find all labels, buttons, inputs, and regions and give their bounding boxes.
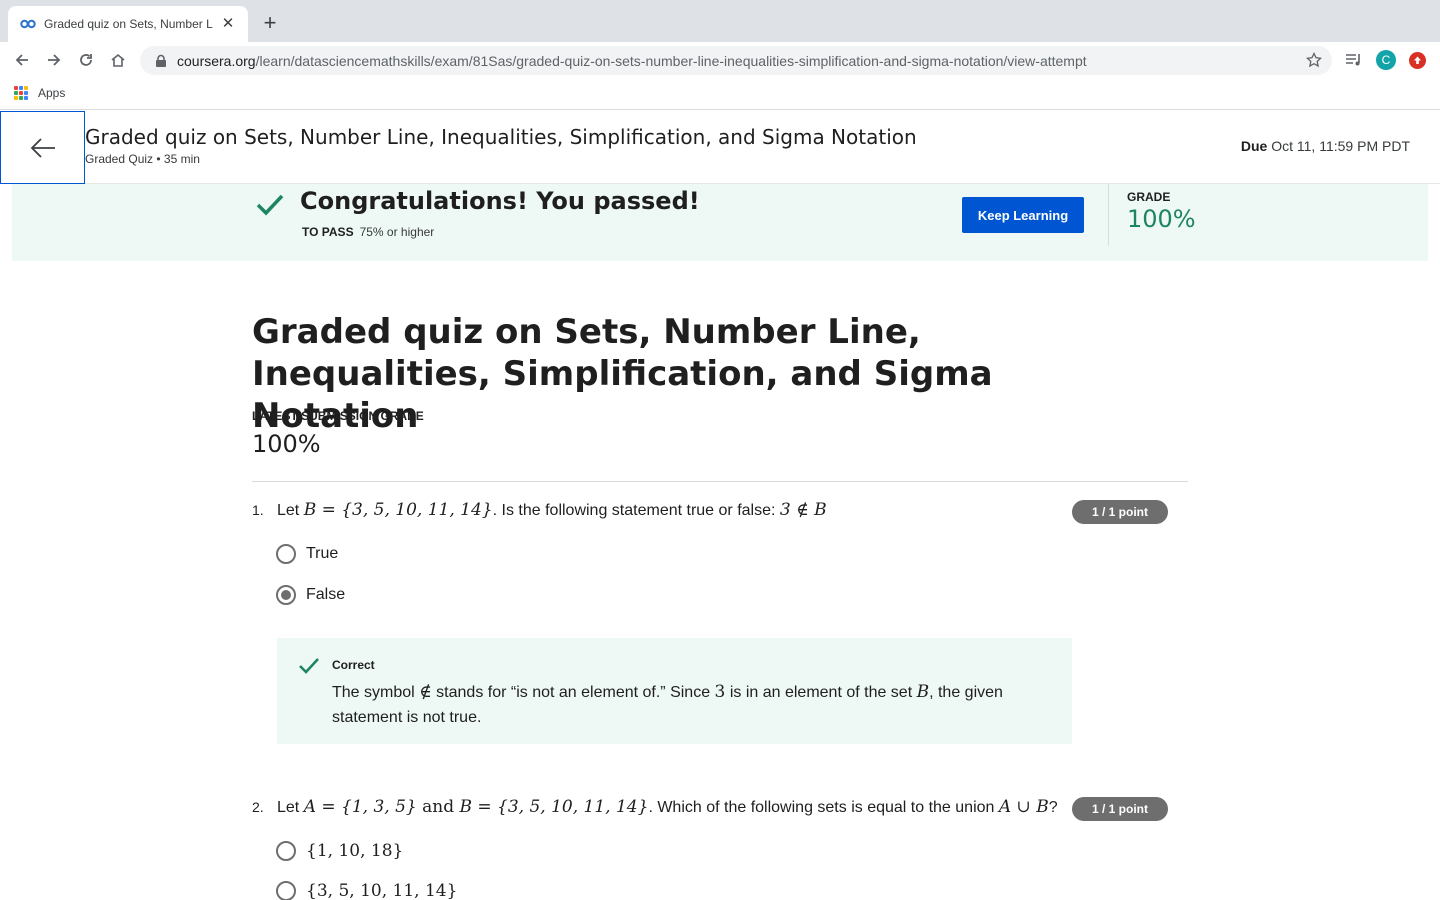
question-text: Let B = {3, 5, 10, 11, 14}. Is the follo… (277, 500, 827, 520)
close-tab-icon[interactable]: ✕ (220, 16, 236, 32)
browser-tab[interactable]: Graded quiz on Sets, Number L ✕ (8, 6, 248, 42)
latest-grade-label: LATEST SUBMISSION GRADE (252, 409, 424, 423)
feedback-title: Correct (332, 658, 375, 672)
browser-toolbar: coursera.org/learn/datasciencemathskills… (0, 42, 1440, 78)
option-label: False (306, 586, 346, 603)
feedback-correct: Correct The symbol ∉ stands for “is not … (277, 638, 1072, 744)
pass-message: Congratulations! You passed! (300, 187, 700, 215)
divider (252, 481, 1188, 482)
due-date: Due Oct 11, 11:59 PM PDT (1241, 138, 1410, 154)
forward-nav-icon[interactable] (42, 48, 66, 72)
update-icon[interactable] (1409, 52, 1426, 69)
option-label: {1, 10, 18} (306, 841, 404, 861)
bookmarks-bar: Apps (0, 78, 1440, 110)
math-expression: 3 ∉ B (779, 500, 827, 520)
feedback-text-part: The symbol (332, 684, 420, 701)
question-text-part: . Which of the following sets is equal t… (648, 799, 999, 816)
item-subtitle: Graded Quiz • 35 min (85, 152, 200, 166)
arrow-left-icon (30, 137, 55, 158)
tab-title: Graded quiz on Sets, Number L (44, 17, 213, 31)
points-badge: 1 / 1 point (1072, 797, 1168, 821)
question-text-part: Let (277, 502, 304, 519)
browser-tabstrip: Graded quiz on Sets, Number L ✕ + (0, 0, 1440, 42)
math-expression: B = {3, 5, 10, 11, 14} (459, 797, 649, 817)
question-text-part: ? (1048, 799, 1058, 816)
due-value: Oct 11, 11:59 PM PDT (1271, 138, 1410, 154)
radio-button[interactable] (276, 841, 296, 861)
feedback-text-part: is in an element of the set (725, 684, 917, 701)
option-b[interactable]: {3, 5, 10, 11, 14} (276, 881, 457, 900)
radio-button-selected[interactable] (276, 585, 296, 605)
grade-label: GRADE (1127, 190, 1171, 204)
item-header: Graded quiz on Sets, Number Line, Inequa… (0, 110, 1440, 184)
grade-value: 100% (1127, 205, 1196, 233)
back-nav-icon[interactable] (10, 48, 34, 72)
points-badge: 1 / 1 point (1072, 500, 1168, 524)
radio-button[interactable] (276, 544, 296, 564)
question-text-part: Let (277, 799, 304, 816)
math-expression: A ∪ B (998, 797, 1049, 817)
to-pass-requirement: TO PASS 75% or higher (302, 225, 434, 239)
apps-label: Apps (38, 86, 66, 100)
math-expression: B = {3, 5, 10, 11, 14} (303, 500, 493, 520)
coursera-logo-icon (20, 16, 36, 32)
option-false[interactable]: False (276, 585, 345, 605)
feedback-text-part: stands for “is not an element of.” Since (431, 684, 715, 701)
option-true[interactable]: True (276, 544, 338, 564)
to-pass-value: 75% or higher (359, 225, 435, 239)
bookmark-star-icon[interactable] (1306, 52, 1322, 68)
question-text-part: . Is the following statement true or fal… (492, 502, 780, 519)
apps-bookmark[interactable]: Apps (14, 86, 65, 100)
due-label: Due (1240, 138, 1268, 154)
back-button[interactable] (0, 111, 85, 184)
profile-avatar[interactable]: C (1376, 50, 1396, 70)
banner-divider (1108, 184, 1109, 246)
new-tab-icon[interactable]: + (258, 12, 282, 36)
latest-grade-value: 100% (252, 430, 321, 458)
math-expression: A = {1, 3, 5} (303, 797, 417, 817)
math-expression: B (916, 682, 930, 702)
address-bar[interactable]: coursera.org/learn/datasciencemathskills… (140, 46, 1332, 75)
question-text: Let A = {1, 3, 5} and B = {3, 5, 10, 11,… (277, 797, 1058, 817)
math-expression: and (416, 797, 460, 817)
quiz-content: Graded quiz on Sets, Number Line, Inequa… (252, 311, 1188, 900)
question-number: 2. (252, 799, 264, 815)
home-icon[interactable] (106, 48, 130, 72)
keep-learning-button[interactable]: Keep Learning (962, 197, 1084, 233)
media-queue-icon[interactable] (1344, 50, 1364, 70)
to-pass-label: TO PASS (302, 225, 354, 239)
feedback-text: The symbol ∉ stands for “is not an eleme… (332, 680, 1052, 730)
pass-banner: Congratulations! You passed! TO PASS 75% … (12, 184, 1428, 261)
question-number: 1. (252, 502, 264, 518)
lock-icon (156, 54, 166, 67)
math-expression: 3 (714, 682, 726, 702)
option-label: True (306, 545, 339, 562)
option-label: {3, 5, 10, 11, 14} (306, 881, 458, 900)
url-path: /learn/datasciencemathskills/exam/81Sas/… (255, 52, 1087, 69)
math-expression: ∉ (419, 682, 432, 702)
option-a[interactable]: {1, 10, 18} (276, 841, 403, 861)
checkmark-icon (256, 194, 284, 216)
url-host: coursera.org (177, 52, 256, 69)
url-text: coursera.org/learn/datasciencemathskills… (177, 53, 1087, 69)
item-title: Graded quiz on Sets, Number Line, Inequa… (85, 125, 917, 149)
checkmark-icon (299, 658, 319, 674)
radio-button[interactable] (276, 881, 296, 900)
reload-icon[interactable] (74, 48, 98, 72)
apps-grid-icon (14, 86, 28, 100)
